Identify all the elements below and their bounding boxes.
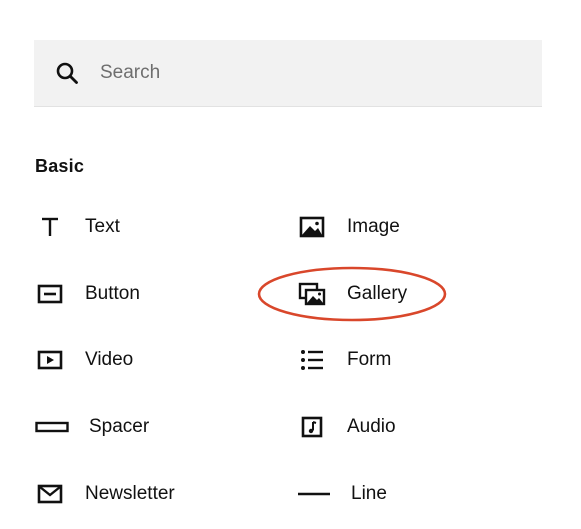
block-newsletter[interactable]: Newsletter xyxy=(34,474,254,514)
block-label: Spacer xyxy=(89,416,150,437)
spacer-icon xyxy=(34,411,70,443)
block-text[interactable]: Text xyxy=(34,207,254,247)
block-video[interactable]: Video xyxy=(34,340,254,380)
block-label: Image xyxy=(347,216,400,237)
line-icon xyxy=(296,478,332,510)
block-button[interactable]: Button xyxy=(34,274,254,314)
block-label: Gallery xyxy=(347,283,408,304)
block-label: Text xyxy=(85,216,120,237)
section-heading-basic: Basic xyxy=(35,156,85,176)
block-audio[interactable]: Audio xyxy=(296,407,516,447)
block-label: Audio xyxy=(347,416,396,437)
search-bar[interactable] xyxy=(34,40,542,107)
gallery-icon xyxy=(296,278,328,310)
block-gallery[interactable]: Gallery xyxy=(296,274,516,314)
block-label: Line xyxy=(351,483,387,504)
text-icon xyxy=(34,211,66,243)
button-icon xyxy=(34,278,66,310)
block-image[interactable]: Image xyxy=(296,207,516,247)
form-icon xyxy=(296,344,328,376)
block-label: Form xyxy=(347,349,392,370)
block-label: Newsletter xyxy=(85,483,175,504)
block-line[interactable]: Line xyxy=(296,474,516,514)
newsletter-icon xyxy=(34,478,66,510)
audio-icon xyxy=(296,411,328,443)
video-icon xyxy=(34,344,66,376)
image-icon xyxy=(296,211,328,243)
block-form[interactable]: Form xyxy=(296,340,516,380)
search-input[interactable] xyxy=(100,58,520,88)
search-icon xyxy=(56,62,78,84)
block-label: Video xyxy=(85,349,134,370)
block-label: Button xyxy=(85,283,140,304)
block-spacer[interactable]: Spacer xyxy=(34,407,254,447)
add-block-panel: Basic Text Image Button xyxy=(0,0,581,529)
